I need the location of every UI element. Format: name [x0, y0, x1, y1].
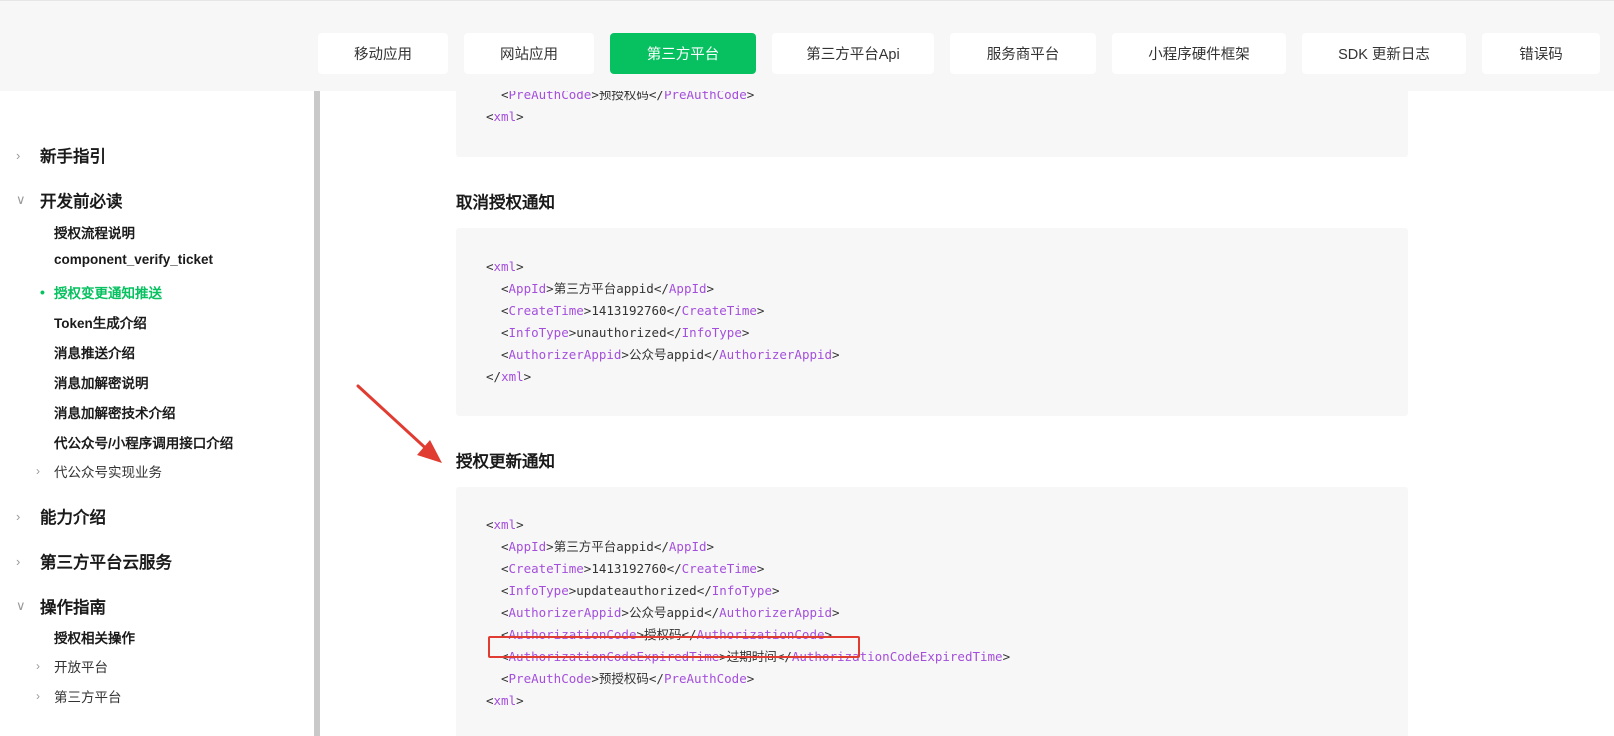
sidebar-item-beginner-guide[interactable]: › 新手指引: [16, 143, 106, 167]
sidebar-item-operation-guide[interactable]: ∨ 操作指南: [16, 594, 106, 618]
sidebar-item-label: 第三方平台云服务: [40, 554, 172, 572]
sidebar-item-token-intro[interactable]: Token生成介绍: [54, 312, 147, 332]
sidebar: › 新手指引 ∨ 开发前必读 授权流程说明 component_verify_t…: [0, 91, 314, 736]
chevron-down-icon: ∨: [16, 598, 26, 613]
red-arrow-annotation: [356, 384, 442, 463]
sidebar-item-api-call-intro[interactable]: 代公众号/小程序调用接口介绍: [54, 432, 233, 452]
tab-sdk-changelog[interactable]: SDK 更新日志: [1302, 33, 1466, 74]
chevron-right-icon: ›: [36, 689, 40, 703]
sidebar-item-auth-operations[interactable]: 授权相关操作: [54, 627, 135, 647]
top-nav-bar: 移动应用 网站应用 第三方平台 第三方平台Api 服务商平台 小程序硬件框架 S…: [0, 0, 1614, 91]
sidebar-item-verify-ticket[interactable]: component_verify_ticket: [54, 252, 213, 267]
chevron-right-icon: ›: [36, 464, 40, 478]
chevron-down-icon: ∨: [16, 192, 26, 207]
sidebar-item-label: 开发前必读: [40, 193, 123, 211]
sidebar-item-label: 能力介绍: [40, 509, 106, 527]
tab-third-party-api[interactable]: 第三方平台Api: [772, 33, 934, 74]
sidebar-item-label: 代公众号实现业务: [54, 465, 162, 480]
chevron-right-icon: ›: [16, 147, 21, 163]
sidebar-item-capabilities[interactable]: › 能力介绍: [16, 504, 106, 528]
tab-error-codes[interactable]: 错误码: [1482, 33, 1600, 74]
sidebar-item-message-push[interactable]: 消息推送介绍: [54, 342, 135, 362]
sidebar-item-encryption-tech[interactable]: 消息加解密技术介绍: [54, 402, 176, 422]
sidebar-item-open-platform[interactable]: › 开放平台: [36, 656, 108, 676]
chevron-right-icon: ›: [36, 659, 40, 673]
sidebar-item-third-party-platform[interactable]: › 第三方平台: [36, 686, 122, 706]
sidebar-item-label: 开放平台: [54, 660, 108, 675]
tab-website-app[interactable]: 网站应用: [464, 33, 594, 74]
sidebar-item-label: 第三方平台: [54, 690, 122, 705]
tab-mobile-app[interactable]: 移动应用: [318, 33, 448, 74]
active-dot-icon: •: [40, 284, 45, 300]
sidebar-item-must-read[interactable]: ∨ 开发前必读: [16, 188, 123, 212]
tab-third-party-platform[interactable]: 第三方平台: [610, 33, 756, 74]
sidebar-item-auth-change-push[interactable]: • 授权变更通知推送: [40, 282, 162, 302]
sidebar-item-label: 授权变更通知推送: [54, 286, 162, 301]
sidebar-item-label: 新手指引: [40, 148, 106, 166]
chevron-right-icon: ›: [16, 508, 21, 524]
sidebar-item-label: 操作指南: [40, 599, 106, 617]
tab-service-provider[interactable]: 服务商平台: [950, 33, 1096, 74]
sidebar-item-business[interactable]: › 代公众号实现业务: [36, 461, 162, 481]
chevron-right-icon: ›: [16, 553, 21, 569]
main-content: <PreAuthCode>预授权码</PreAuthCode> <xml> 取消…: [320, 91, 1614, 736]
nav-tabs: 移动应用 网站应用 第三方平台 第三方平台Api 服务商平台 小程序硬件框架 S…: [318, 33, 1600, 74]
sidebar-item-cloud-service[interactable]: › 第三方平台云服务: [16, 549, 172, 573]
tab-miniprogram-hardware[interactable]: 小程序硬件框架: [1112, 33, 1286, 74]
sidebar-item-auth-flow[interactable]: 授权流程说明: [54, 222, 135, 242]
sidebar-item-encryption[interactable]: 消息加解密说明: [54, 372, 149, 392]
